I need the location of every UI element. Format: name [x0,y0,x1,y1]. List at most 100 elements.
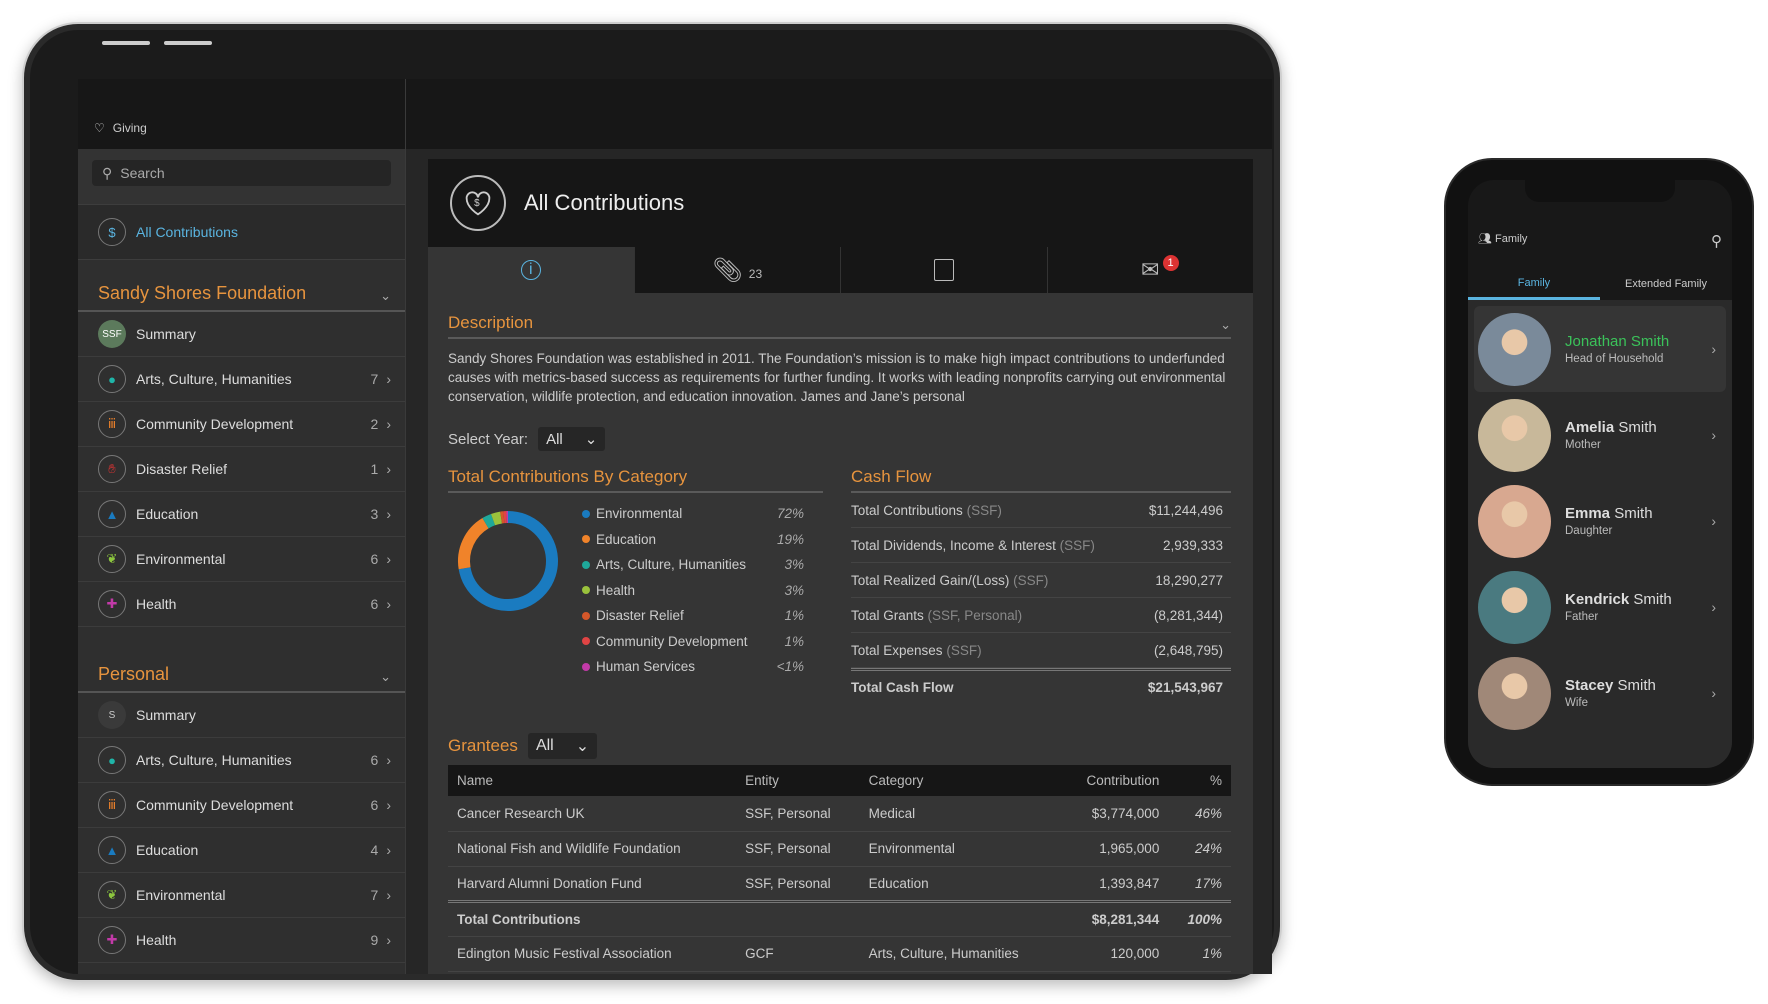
sidebar-item-count: 1 › [370,461,391,477]
table-row[interactable]: National Fish and Wildlife Foundation SSF… [448,831,1231,867]
family-member-item[interactable]: Emma Smith Daughter › [1474,478,1726,564]
grantees-filter-dropdown[interactable]: All ⌄ [527,733,598,759]
sidebar-item[interactable]: ▲ Education 3 › [78,492,405,537]
sidebar-item[interactable]: ✚ Health 6 › [78,582,405,627]
sidebar-item[interactable]: ● Arts, Culture, Humanities 7 › [78,357,405,402]
table-row[interactable]: Edington Music Festival Association GCF Ar… [448,936,1231,972]
member-name: Amelia Smith [1565,419,1657,436]
avatar [1478,570,1551,644]
table-row[interactable]: Cancer Research UK SSF, Personal Medical $3… [448,796,1231,832]
leaf-icon: ❦ [98,545,126,573]
chevron-down-icon: ⌄ [584,431,598,448]
table-cell [736,899,860,937]
table-cell: $8,281,344 [1060,899,1169,937]
unread-badge: 1 [1162,255,1179,271]
sidebar-item-label: Health [136,596,177,612]
sidebar-item[interactable]: ⅲ Community Development 2 › [78,402,405,447]
avatar [1478,484,1551,558]
SSF-icon: SSF [98,320,126,348]
search-input[interactable]: ⚲ Search [92,160,391,186]
sidebar-item-label: Education [136,506,199,522]
sidebar-item[interactable]: ❦ Environmental 6 › [78,537,405,582]
legend-item: Human Services <1% [582,654,804,680]
search-icon[interactable]: ⚲ [1711,232,1722,250]
sidebar-item-label: Summary [136,326,196,342]
legend-label: Health [596,582,636,598]
sidebar-item-label: Environmental [136,551,226,567]
member-role: Father [1565,611,1599,623]
cash-flow-value: 18,290,277 [1155,572,1223,588]
sidebar-item[interactable]: ● Arts, Culture, Humanities 6 › [78,738,405,783]
sidebar-item-label: Health [136,932,177,948]
palette-icon: ● [98,746,126,774]
donut-slice-education [458,518,489,570]
tab-info[interactable]: i [428,247,634,293]
legend-item: Arts, Culture, Humanities 3% [582,552,804,578]
group-header[interactable]: Personal ⌄ [78,653,405,693]
column-header[interactable]: % [1168,765,1231,796]
legend-item: Community Development 1% [582,629,804,655]
legend-dot [582,586,590,595]
family-member-item[interactable]: Jonathan Smith Head of Household › [1474,306,1726,392]
sidebar-item[interactable]: SSF Summary [78,312,405,357]
tab-extended-family[interactable]: Extended Family [1600,268,1732,300]
chevron-right-icon: › [1711,599,1716,615]
table-cell: 46% [1168,796,1231,832]
sidebar-item[interactable]: ▲ Education 4 › [78,828,405,873]
member-role: Head of Household [1565,353,1664,365]
legend-label: Environmental [596,506,683,522]
sidebar-item-count: 6 › [370,596,391,612]
description-header[interactable]: Description ⌄ [448,313,1231,339]
chevron-right-icon: › [386,416,391,432]
sidebar-item-label: Environmental [136,887,226,903]
sidebar-item-all-contributions[interactable]: $ All Contributions [78,205,405,260]
family-member-item[interactable]: Amelia Smith Mother › [1474,392,1726,478]
column-header[interactable]: Category [859,765,1061,796]
paperclip-icon: 📎︎ [712,256,743,284]
people-icon: ⅲ [98,791,126,819]
column-header[interactable]: Contribution [1060,765,1169,796]
sidebar-item[interactable]: ⅲ Community Development 6 › [78,783,405,828]
family-member-item[interactable]: Kendrick Smith Father › [1474,564,1726,650]
chevron-down-icon: ⌄ [380,288,391,303]
cash-flow-value: (2,648,795) [1153,642,1223,658]
cash-flow-row: Total Expenses (SSF) (2,648,795) [851,633,1231,668]
sidebar-item-label: Community Development [136,797,294,813]
legend-dot [582,611,590,620]
tab-messages[interactable]: ✉ 1 [1046,247,1254,293]
column-header[interactable]: Entity [736,765,860,796]
tab-family[interactable]: Family [1468,268,1600,300]
chevron-right-icon: › [386,932,391,948]
description-text: Sandy Shores Foundation was established … [448,351,1226,404]
year-dropdown[interactable]: All ⌄ [538,427,606,451]
tablet-frame: ♡ Giving ⚲ Search $ All Contributions Sa… [22,22,1282,982]
hand-icon: ✋︎ [98,455,126,483]
table-cell: National Fish and Wildlife Foundation [448,831,737,867]
description-title: Description [448,313,534,332]
member-name: Kendrick Smith [1565,591,1672,608]
sidebar-item[interactable]: ✋︎ Disaster Relief 1 › [78,447,405,492]
top-bar [406,79,1272,149]
group-title: Sandy Shores Foundation [98,283,307,303]
select-year-label: Select Year: [448,430,529,448]
tab-notes[interactable] [840,247,1047,293]
group-header[interactable]: Sandy Shores Foundation ⌄ [78,272,405,312]
table-cell: SSF, Personal [736,866,860,902]
family-member-item[interactable]: Stacey Smith Wife › [1474,650,1726,736]
sidebar-item[interactable]: S Summary [78,693,405,738]
chevron-right-icon: › [386,797,391,813]
chevron-right-icon: › [386,752,391,768]
sidebar-item[interactable]: ✚ Health 9 › [78,918,405,963]
tab-attachments[interactable]: 📎︎ 23 [633,247,841,293]
table-row[interactable]: Harvard Alumni Donation Fund SSF, Persona… [448,866,1231,902]
chevron-right-icon: › [1711,513,1716,529]
chevron-right-icon: › [386,842,391,858]
chart-legend: Environmental 72% Education 19% Arts, Cultur… [582,501,804,680]
column-header[interactable]: Name [448,765,737,796]
legend-label: Arts, Culture, Humanities [596,557,747,573]
table-row[interactable]: Total Contributions $8,281,344 100% [448,899,1231,937]
heart-dollar-icon: $ [98,218,126,246]
chevron-right-icon: › [1711,685,1716,701]
table-cell: Cancer Research UK [448,796,737,832]
sidebar-item[interactable]: ❦ Environmental 7 › [78,873,405,918]
